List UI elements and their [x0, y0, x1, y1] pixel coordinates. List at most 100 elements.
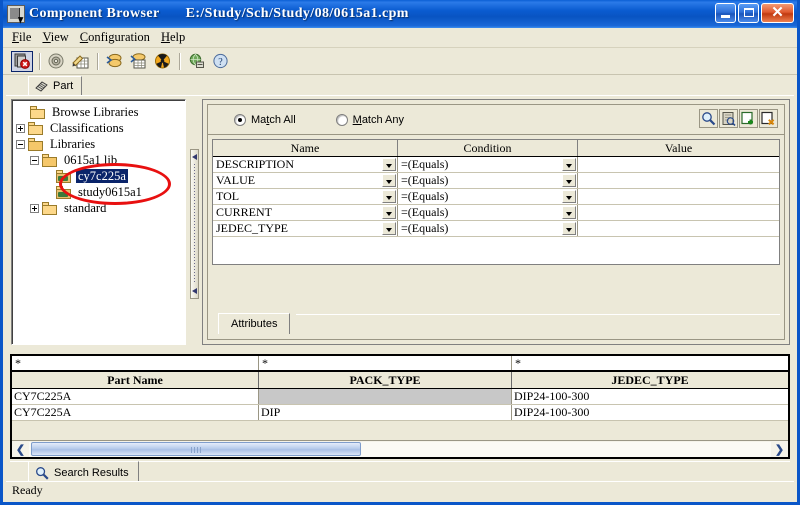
criteria-row[interactable]: VALUE =(Equals)	[213, 173, 779, 189]
radio-match-any[interactable]: Match Any	[335, 113, 404, 126]
table-row[interactable]: CY7C225A DIP DIP24-100-300	[12, 405, 788, 421]
globe-sync-button[interactable]	[185, 51, 207, 72]
criteria-name-cell[interactable]: CURRENT	[213, 205, 398, 220]
menu-help[interactable]: Help	[159, 29, 194, 46]
chevron-down-icon[interactable]	[382, 158, 396, 171]
chevron-down-icon[interactable]	[562, 190, 576, 203]
chevron-down-icon[interactable]	[562, 158, 576, 171]
menu-file[interactable]: File	[10, 29, 40, 46]
chevron-down-icon[interactable]	[382, 222, 396, 235]
splitter-grip[interactable]	[190, 149, 199, 299]
tree-node-0615a1-lib[interactable]: 0615a1 lib	[16, 152, 185, 168]
search-button[interactable]	[699, 109, 718, 128]
menu-configuration[interactable]: Configuration	[78, 29, 159, 46]
tab-attributes[interactable]: Attributes	[218, 313, 291, 334]
criteria-name-cell[interactable]: TOL	[213, 189, 398, 204]
tree-node-label: cy7c225a	[76, 169, 128, 183]
pane-splitter[interactable]	[189, 99, 200, 345]
chevron-down-icon[interactable]	[382, 206, 396, 219]
delete-criteria-button[interactable]	[759, 109, 778, 128]
tree-node-study0615a1[interactable]: study0615a1	[16, 184, 185, 200]
scroll-track[interactable]	[29, 441, 771, 457]
results-filter-pack-type[interactable]: *	[259, 356, 512, 370]
criteria-name-cell[interactable]: VALUE	[213, 173, 398, 188]
criteria-value-cell[interactable]	[578, 173, 779, 188]
criteria-header-condition[interactable]: Condition	[398, 140, 578, 156]
close-icon: ✕	[771, 4, 784, 21]
criteria-row[interactable]: TOL =(Equals)	[213, 189, 779, 205]
tab-search-results[interactable]: Search Results	[28, 461, 139, 483]
criteria-row[interactable]: JEDEC_TYPE =(Equals)	[213, 221, 779, 237]
scroll-right-button[interactable]: ❯	[771, 441, 788, 457]
criteria-condition-cell[interactable]: =(Equals)	[398, 221, 578, 236]
table-row[interactable]: CY7C225A DIP24-100-300	[12, 389, 788, 405]
criteria-name-cell[interactable]: DESCRIPTION	[213, 157, 398, 172]
criteria-condition-cell[interactable]: =(Equals)	[398, 173, 578, 188]
expand-toggle-icon[interactable]	[30, 203, 39, 213]
export-table-button[interactable]	[127, 51, 149, 72]
tab-attributes-label: Attributes	[231, 318, 278, 330]
tree-node-standard[interactable]: standard	[16, 200, 185, 216]
cell-pack-type[interactable]	[259, 389, 512, 404]
criteria-header-value[interactable]: Value	[578, 140, 779, 156]
criteria-header-name[interactable]: Name	[213, 140, 398, 156]
results-horizontal-scrollbar[interactable]: ❮ ❯	[12, 440, 788, 457]
help-icon: ?	[212, 53, 229, 69]
tree-node-libraries[interactable]: Libraries	[16, 136, 185, 152]
results-header-part-name[interactable]: Part Name	[12, 372, 259, 388]
chevron-down-icon[interactable]	[382, 190, 396, 203]
collapse-toggle-icon[interactable]	[16, 139, 25, 149]
close-button[interactable]: ✕	[761, 3, 794, 23]
close-database-button[interactable]	[11, 50, 33, 72]
results-filter-part-name[interactable]: *	[12, 356, 259, 370]
clear-history-button[interactable]	[719, 109, 738, 128]
criteria-row[interactable]: DESCRIPTION =(Equals)	[213, 157, 779, 173]
cell-part-name[interactable]: CY7C225A	[12, 389, 259, 404]
tab-part[interactable]: Part	[28, 76, 83, 95]
tree-node-cy7c225a[interactable]: cy7c225a	[16, 168, 185, 184]
menu-view[interactable]: View	[40, 29, 77, 46]
tree-node-classifications[interactable]: Classifications	[16, 120, 185, 136]
collapse-toggle-icon[interactable]	[30, 155, 39, 165]
maximize-button[interactable]	[738, 3, 759, 23]
criteria-name-cell[interactable]: JEDEC_TYPE	[213, 221, 398, 236]
chevron-down-icon[interactable]	[382, 174, 396, 187]
results-filter-jedec-type[interactable]: *	[512, 356, 788, 370]
cell-jedec-type[interactable]: DIP24-100-300	[512, 389, 788, 404]
radiation-button[interactable]	[151, 51, 173, 72]
criteria-row[interactable]: CURRENT =(Equals)	[213, 205, 779, 221]
search-results-grid[interactable]: * * * Part Name PACK_TYPE JEDEC_TYPE CY7…	[10, 354, 790, 459]
results-header-jedec-type[interactable]: JEDEC_TYPE	[512, 372, 788, 388]
chevron-down-icon[interactable]	[562, 222, 576, 235]
cell-jedec-type[interactable]: DIP24-100-300	[512, 405, 788, 420]
criteria-condition-cell[interactable]: =(Equals)	[398, 205, 578, 220]
scroll-thumb[interactable]	[31, 441, 361, 456]
tree-node-browse-libraries[interactable]: Browse Libraries	[16, 104, 185, 120]
results-header-pack-type[interactable]: PACK_TYPE	[259, 372, 512, 388]
disc-button[interactable]	[45, 51, 67, 72]
cell-pack-type[interactable]: DIP	[259, 405, 512, 420]
criteria-condition-cell[interactable]: =(Equals)	[398, 189, 578, 204]
minimize-button[interactable]	[715, 3, 736, 23]
criteria-grid[interactable]: Name Condition Value DESCRIPTION =(Equal…	[212, 139, 780, 265]
application-window: Component Browser E:/Study/Sch/Study/08/…	[0, 0, 800, 505]
radio-match-all-icon	[234, 113, 246, 126]
chevron-down-icon[interactable]	[562, 206, 576, 219]
folder-icon	[30, 105, 46, 119]
criteria-value-cell[interactable]	[578, 189, 779, 204]
criteria-value-cell[interactable]	[578, 221, 779, 236]
globe-sync-icon	[188, 53, 205, 69]
criteria-value-cell[interactable]	[578, 157, 779, 172]
edit-table-button[interactable]	[69, 51, 91, 72]
add-criteria-button[interactable]	[739, 109, 758, 128]
radio-match-all[interactable]: Match All	[234, 113, 296, 126]
library-tree-pane[interactable]: Browse Libraries Classifications Librari…	[11, 99, 186, 345]
criteria-condition-cell[interactable]: =(Equals)	[398, 157, 578, 172]
criteria-value-cell[interactable]	[578, 205, 779, 220]
expand-toggle-icon[interactable]	[16, 123, 25, 133]
cell-part-name[interactable]: CY7C225A	[12, 405, 259, 420]
scroll-left-button[interactable]: ❮	[12, 441, 29, 457]
help-button[interactable]: ?	[209, 51, 231, 72]
chevron-down-icon[interactable]	[562, 174, 576, 187]
import-part-button[interactable]	[103, 51, 125, 72]
